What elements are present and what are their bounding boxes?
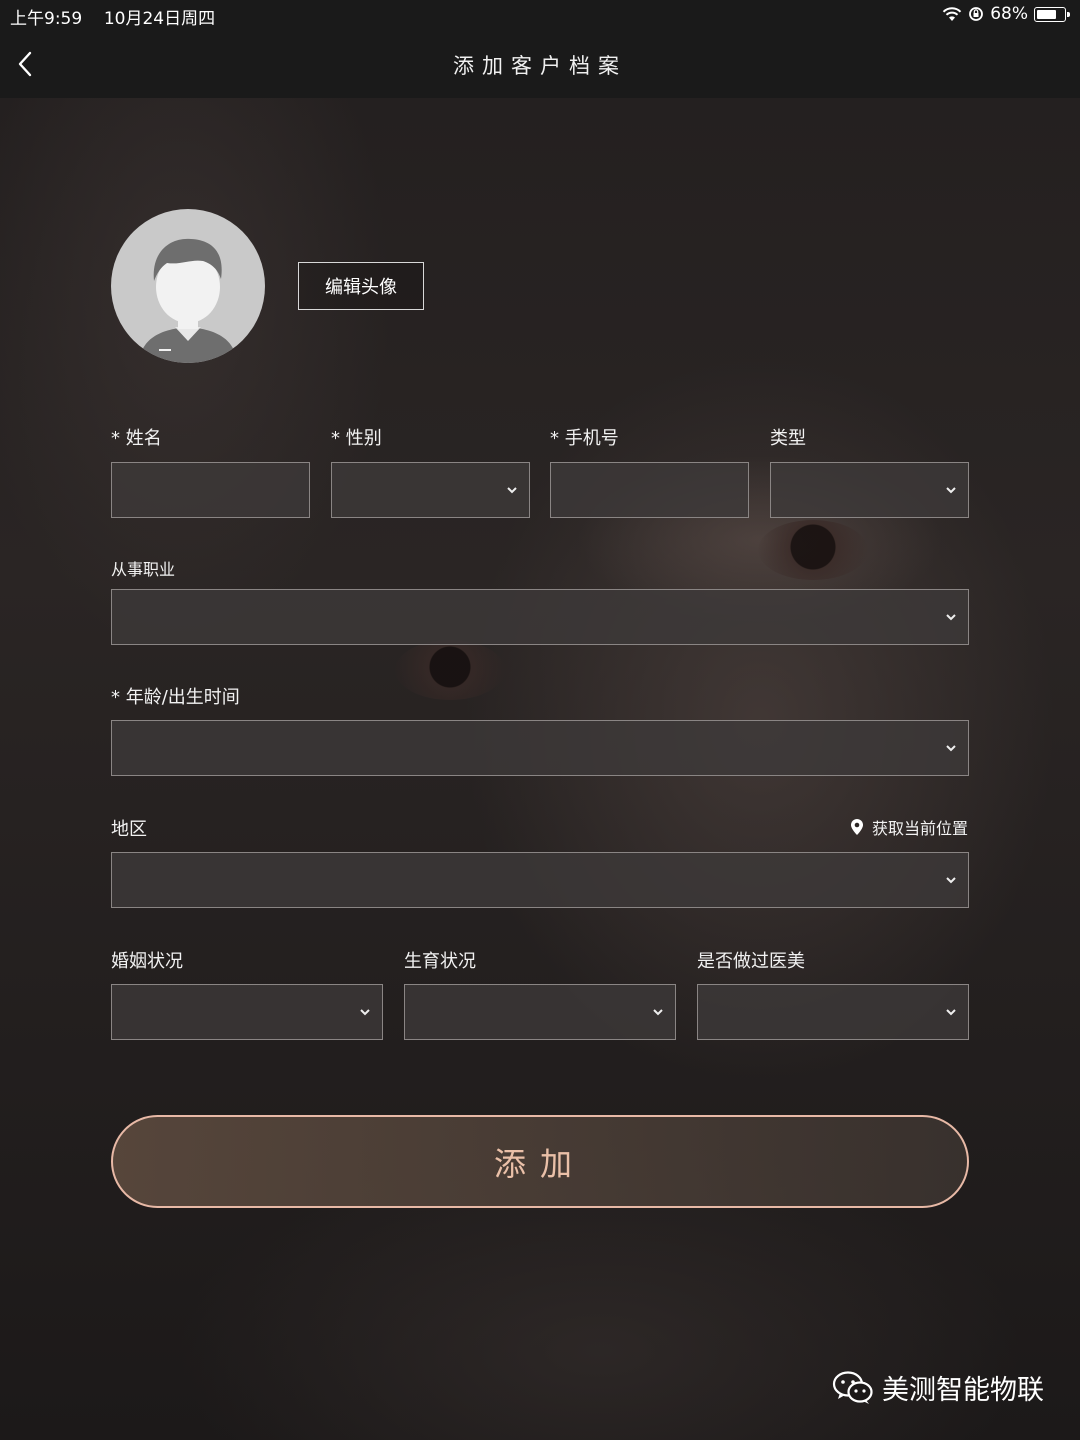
region-select[interactable] (111, 852, 969, 908)
chevron-down-icon (946, 614, 956, 621)
type-select[interactable] (770, 462, 969, 518)
watermark: 美测智能物联 (832, 1368, 1044, 1407)
phone-label: * 手机号 (550, 428, 619, 449)
age-label: * 年龄/出生时间 (111, 687, 240, 708)
battery-icon (1034, 6, 1070, 22)
occupation-label: 从事职业 (111, 560, 176, 579)
aesthetic-label: 是否做过医美 (697, 951, 805, 972)
marital-label: 婚姻状况 (111, 951, 183, 972)
gender-select[interactable] (331, 462, 530, 518)
status-time: 上午9:59 (10, 9, 83, 29)
status-date: 10月24日周四 (103, 9, 216, 29)
wechat-icon (832, 1370, 873, 1404)
status-bar: 上午9:59 10月24日周四 68% (0, 0, 1080, 29)
region-label: 地区 (111, 819, 147, 840)
fertility-label: 生育状况 (404, 951, 476, 972)
chevron-down-icon (946, 487, 956, 494)
chevron-down-icon (946, 1009, 956, 1016)
name-label: * 姓名 (111, 428, 162, 449)
location-pin-icon (850, 819, 863, 835)
edit-avatar-button[interactable]: 编辑头像 (298, 262, 424, 310)
name-input[interactable] (111, 462, 310, 518)
wifi-icon (942, 6, 962, 21)
fertility-select[interactable] (404, 984, 676, 1040)
chevron-down-icon (653, 1009, 663, 1016)
page-title: 添加客户档案 (453, 54, 627, 78)
default-avatar-icon (139, 238, 237, 363)
age-select[interactable] (111, 720, 969, 776)
marital-select[interactable] (111, 984, 383, 1040)
type-label: 类型 (770, 428, 806, 449)
occupation-select[interactable] (111, 589, 969, 645)
chevron-down-icon (507, 487, 517, 494)
get-location-label: 获取当前位置 (871, 819, 968, 838)
avatar (111, 209, 265, 363)
chevron-down-icon (946, 745, 956, 752)
add-button[interactable]: 添加 (111, 1115, 969, 1208)
get-location-link[interactable]: 获取当前位置 (850, 815, 968, 839)
battery-percent: 68% (990, 4, 1028, 24)
nav-bar: 添加客户档案 (0, 28, 1080, 98)
background-eye (758, 520, 868, 580)
aesthetic-select[interactable] (697, 984, 969, 1040)
gender-label: * 性别 (331, 428, 382, 449)
chevron-down-icon (360, 1009, 370, 1016)
orientation-lock-icon (969, 7, 984, 21)
watermark-text: 美测智能物联 (882, 1375, 1044, 1406)
chevron-down-icon (946, 877, 956, 884)
background-eye (395, 640, 505, 700)
phone-input[interactable] (550, 462, 749, 518)
